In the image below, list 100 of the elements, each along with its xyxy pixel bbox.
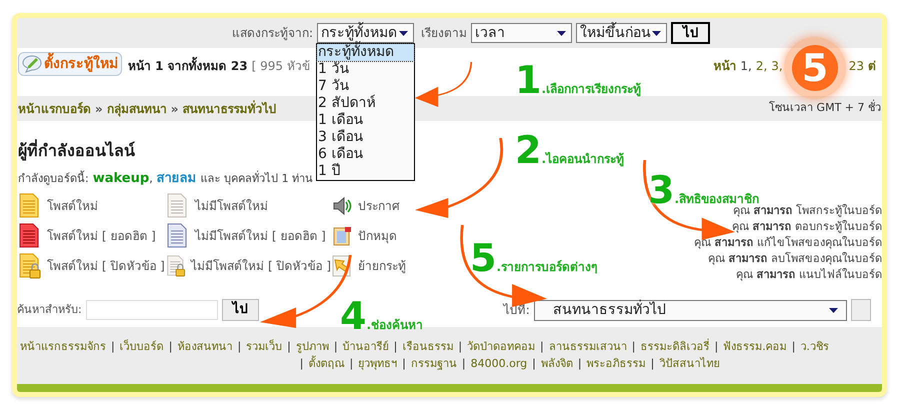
go-button[interactable]: ไป xyxy=(671,22,710,44)
legend-label: ย้ายกระทู้ xyxy=(358,258,406,275)
footer-separator: | xyxy=(300,356,304,372)
pinned-note-icon xyxy=(331,225,353,247)
page-link[interactable]: 1, xyxy=(740,57,752,75)
footer-link[interactable]: บ้านอารีย์ xyxy=(342,338,389,355)
annotation-number: 1 xyxy=(515,62,542,98)
footer-separator: | xyxy=(792,338,796,355)
annotation-number: 4 xyxy=(340,298,366,334)
annotation-number: 2 xyxy=(515,132,542,168)
button-edge[interactable] xyxy=(850,299,871,321)
annotation-label: .ช่องค้นหา xyxy=(366,317,424,334)
step-badge: 5 xyxy=(784,37,846,99)
dropdown-option[interactable]: 3 เดือน xyxy=(317,129,414,146)
breadcrumb-link[interactable]: สนทนาธรรมทั่วไป xyxy=(182,100,277,118)
legend-label: ปักหมุด xyxy=(358,228,397,245)
breadcrumb-link[interactable]: กลุ่มสนทนา xyxy=(106,100,167,118)
speaker-icon xyxy=(331,195,353,217)
footer-link[interactable]: พระอภิธรรม xyxy=(586,356,646,372)
legend-label: ประกาศ xyxy=(358,198,400,215)
dropdown-caret-icon xyxy=(557,30,566,36)
dropdown-option[interactable]: 6 เดือน xyxy=(317,146,414,163)
dropdown-option[interactable]: 1 วัน xyxy=(317,61,414,78)
permission-text: คุณ สามารถ แก้ไขโพสของคุณในบอร์ด xyxy=(694,235,882,250)
footer-separator: | xyxy=(334,338,338,355)
permission-text: คุณ สามารถ แนบไฟล์ในบอร์ด xyxy=(736,267,882,282)
footer-link[interactable]: รวมเว็บ xyxy=(246,338,282,355)
pagination-label: หน้า xyxy=(713,58,736,75)
footer-link[interactable]: ตั้งตฤณ xyxy=(308,356,344,372)
footer-separator: | xyxy=(532,356,536,372)
footer-link[interactable]: 84000.org xyxy=(470,356,528,372)
footer-separator: | xyxy=(714,338,718,355)
dropdown-option[interactable]: 1 เดือน xyxy=(317,112,414,129)
search-label: ค้นหาสำหรับ: xyxy=(17,302,82,318)
footer-separator: | xyxy=(402,356,406,372)
online-suffix: และ บุคคลทั่วไป 1 ท่าน xyxy=(200,171,314,187)
footer-link[interactable]: ฟังธรรม.คอม xyxy=(723,338,787,355)
locked-document-icon xyxy=(18,253,42,279)
footer-link[interactable]: รูปภาพ xyxy=(296,338,329,355)
footer-link[interactable]: วัดป่าดอทคอม xyxy=(467,338,536,355)
order-select[interactable]: ใหม่ขึ้นก่อน xyxy=(576,23,668,43)
footer-link[interactable]: ห้องสนทนา xyxy=(177,338,232,355)
locked-document-icon xyxy=(166,253,186,279)
topic-count: [ 995 หัวข้ xyxy=(252,58,310,75)
user-link[interactable]: สายลม xyxy=(156,169,197,188)
page-link[interactable]: 3, xyxy=(771,57,783,75)
dropdown-option[interactable]: 7 วัน xyxy=(317,78,414,95)
legend-label: โพสต์ใหม่ [ ปิดหัวข้อ ] xyxy=(47,258,165,275)
new-topic-button[interactable]: ตั้งกระทู้ใหม่ xyxy=(18,52,122,76)
search-field[interactable] xyxy=(86,300,218,320)
footer-link[interactable]: พลังจิต xyxy=(540,356,573,372)
user-link[interactable]: wakeup xyxy=(92,169,150,188)
footer-link[interactable]: เรือนธรรม xyxy=(402,338,454,355)
dropdown-option[interactable]: 2 สัปดาห์ xyxy=(317,95,414,112)
search-go-button[interactable]: ไป xyxy=(222,299,259,321)
dropdown-option[interactable]: 1 ปี xyxy=(317,163,414,180)
annotation-number: 5 xyxy=(470,240,496,276)
online-heading: ผู้ที่กำลังออนไลน์ xyxy=(18,139,135,163)
dropdown-caret-icon xyxy=(828,308,838,312)
legend-label: ไม่มีโพสต์ใหม่ [ ยอดฮิต ] xyxy=(195,228,326,245)
annotation-label: .รายการบอร์ดต่างๆ xyxy=(496,259,598,276)
legend-label: ไม่มีโพสต์ใหม่ [ ปิดหัวข้อ ] xyxy=(191,258,331,275)
dropdown-caret-icon xyxy=(399,30,408,36)
breadcrumb-link[interactable]: หน้าแรกบอร์ด xyxy=(18,100,91,118)
page-link[interactable]: 2, xyxy=(756,57,768,75)
footer-separator: | xyxy=(458,338,462,355)
breadcrumb-separator: » xyxy=(95,100,103,118)
annotation-number: 3 xyxy=(648,172,674,208)
curved-arrow xyxy=(415,62,473,107)
footer-separator: | xyxy=(237,338,242,355)
footer-separator: | xyxy=(111,338,115,355)
page-link[interactable]: 23 xyxy=(848,57,864,75)
footer-separator: | xyxy=(287,338,291,355)
footer-link[interactable]: ลานธรรมเสวนา xyxy=(548,338,627,355)
footer-separator: | xyxy=(632,338,636,355)
next-page-link[interactable]: ต่ xyxy=(868,57,876,75)
jump-select[interactable]: สนทนาธรรมทั่วไป xyxy=(534,300,847,320)
permission-text: คุณ สามารถ ลบโพสของคุณในบอร์ด xyxy=(708,251,882,266)
dropdown-caret-icon xyxy=(652,30,662,36)
footer-separator: | xyxy=(578,356,582,372)
timezone-text: โซนเวลา GMT + 7 ชั่ว xyxy=(769,100,881,116)
footer-link[interactable]: ว.วชิร xyxy=(800,338,829,355)
footer-link[interactable]: ธรรมะดิลิเวอรี่ xyxy=(640,338,710,355)
page-info: หน้า 1 จากทั้งหมด 23 xyxy=(128,57,248,75)
legend-label: โพสต์ใหม่ xyxy=(47,198,98,215)
jump-label: ไปที่: xyxy=(504,302,530,319)
online-prefix: กำลังดูบอร์ดนี้: xyxy=(18,171,89,187)
sort-select[interactable]: เวลา xyxy=(471,23,572,43)
footer-separator: | xyxy=(462,356,466,372)
footer-link[interactable]: เว็บบอร์ด xyxy=(120,338,164,355)
comma: , xyxy=(149,171,153,187)
permission-text: คุณ สามารถ ตอบกระทู้ในบอร์ด xyxy=(732,219,882,234)
footer-separator: | xyxy=(168,338,172,355)
footer-link[interactable]: กรรมฐาน xyxy=(410,356,457,372)
footer-separator: | xyxy=(540,338,544,355)
footer-link[interactable]: วิปัสสนาไทย xyxy=(659,356,720,372)
footer-link[interactable]: ยุวพุทธฯ xyxy=(358,356,398,372)
footer-separator: | xyxy=(650,356,654,372)
footer-link[interactable]: หน้าแรกธรรมจักร xyxy=(20,338,106,355)
speech-bubble-icon xyxy=(22,55,42,73)
